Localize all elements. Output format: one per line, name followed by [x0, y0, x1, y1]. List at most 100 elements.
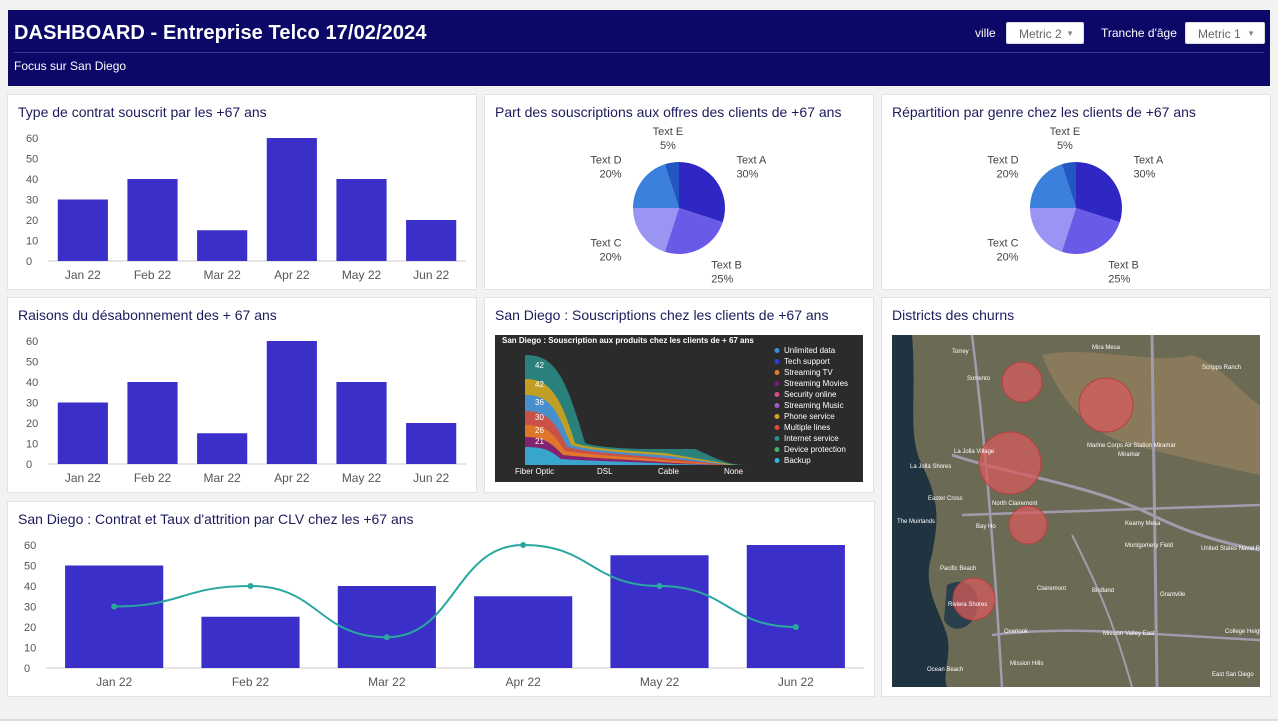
gender-split-card: Répartition par genre chez les clients d… [881, 94, 1271, 290]
map-place-label: Clairemont [1037, 586, 1066, 592]
image-title: San Diego : Souscription aux produits ch… [502, 336, 754, 345]
legend-label: Streaming Music [784, 401, 844, 410]
legend-swatch [774, 381, 780, 386]
stream-value-label: 42 [535, 380, 544, 389]
legend-swatch [774, 425, 780, 430]
slice-value: 20% [997, 168, 1019, 180]
x-tick-label: Mar 22 [203, 268, 241, 282]
slice-label: Text E [653, 126, 684, 138]
map-place-label: Sorrento [967, 376, 991, 382]
stream-value-label: 42 [535, 361, 544, 370]
legend-label: Device protection [784, 445, 846, 454]
x-tick-label: Apr 22 [274, 471, 310, 485]
map-place-label: Mira Mesa [1092, 345, 1121, 351]
y-tick-label: 50 [26, 357, 38, 369]
subscriptions-stream-image: San Diego : Souscription aux produits ch… [495, 335, 863, 482]
gender-split-chart: Text A 30% Text B 25% Text C 20% Text D 20% Text… [987, 126, 1164, 285]
churn-marker[interactable] [1078, 377, 1134, 433]
legend-swatch [774, 458, 780, 463]
slice-value: 25% [711, 273, 733, 285]
slice-label: Text C [590, 238, 621, 250]
bar [197, 230, 248, 261]
chevron-down-icon: ▼ [1247, 29, 1255, 38]
bar [65, 565, 164, 668]
legend-label: Streaming TV [784, 368, 833, 377]
stream-category-label: Cable [658, 467, 679, 476]
bar [197, 433, 248, 464]
dashboard-header: DASHBOARD - Entreprise Telco 17/02/2024 … [8, 10, 1270, 86]
card-title: San Diego : Souscriptions chez les clien… [495, 307, 829, 323]
legend-label: Backup [784, 456, 811, 465]
map-place-label: North Clairemont [992, 501, 1038, 507]
slice-value: 20% [600, 168, 622, 180]
stream-value-label: 21 [535, 437, 544, 446]
x-tick-label: Mar 22 [368, 675, 406, 689]
churn-marker[interactable] [1008, 505, 1048, 545]
x-tick-label: Feb 22 [134, 268, 172, 282]
line-point [520, 542, 527, 548]
x-tick-label: Feb 22 [232, 675, 270, 689]
y-tick-label: 0 [26, 459, 32, 471]
legend-label: Phone service [784, 412, 835, 421]
line-point [383, 634, 390, 641]
slice-value: 20% [600, 252, 622, 264]
churn-districts-card: Districts des churns Sorrento Mira Mesa Sc… [881, 297, 1271, 697]
y-tick-label: 30 [26, 398, 38, 410]
bar [57, 199, 108, 261]
slice-label: Text C [987, 238, 1018, 250]
y-tick-label: 10 [26, 236, 38, 248]
contract-type-card: Type de contrat souscrit par les +67 ans… [7, 94, 477, 290]
y-tick-label: 40 [24, 581, 36, 593]
legend-label: Streaming Movies [784, 379, 848, 388]
bar [406, 220, 457, 261]
y-tick-label: 0 [26, 256, 32, 268]
slice-label: Text E [1050, 126, 1081, 138]
ville-filter-dropdown[interactable]: Metric 2 ▼ [1006, 22, 1084, 44]
map-place-label: Bay Ho [976, 524, 996, 530]
contract-type-chart: 0 10 20 30 40 50 60 Jan 22 Feb 22 Mar 22 Apr 22 May… [26, 133, 466, 282]
x-tick-label: Apr 22 [505, 675, 541, 689]
legend-label: Internet service [784, 434, 839, 443]
map-place-label: La Jolla Shores [910, 464, 951, 470]
bar [336, 179, 387, 261]
x-tick-label: Apr 22 [274, 268, 310, 282]
y-tick-label: 50 [24, 561, 36, 573]
y-tick-label: 30 [24, 602, 36, 614]
slice-value: 20% [997, 252, 1019, 264]
bar [336, 382, 387, 464]
stream-category-label: None [724, 467, 744, 476]
y-tick-label: 0 [24, 663, 30, 675]
churn-marker[interactable] [1001, 361, 1043, 403]
map-place-label: College Heights [1225, 629, 1260, 635]
map-place-label: Birdland [1092, 588, 1114, 594]
x-tick-label: Jan 22 [65, 471, 101, 485]
header-divider [14, 52, 1264, 53]
y-tick-label: 20 [24, 622, 36, 634]
legend-swatch [774, 359, 780, 364]
bar [746, 545, 845, 668]
churn-marker[interactable] [952, 577, 996, 621]
page-title: DASHBOARD - Entreprise Telco 17/02/2024 [14, 22, 427, 44]
bar [266, 341, 317, 464]
y-tick-label: 60 [24, 540, 36, 552]
slice-label: Text A [736, 154, 767, 166]
y-tick-label: 30 [26, 195, 38, 207]
bar [201, 616, 300, 668]
age-filter-dropdown[interactable]: Metric 1 ▼ [1185, 22, 1265, 44]
x-tick-label: May 22 [640, 675, 680, 689]
slice-value: 30% [1133, 168, 1155, 180]
y-tick-label: 20 [26, 215, 38, 227]
y-tick-label: 40 [26, 377, 38, 389]
slice-label: Text A [1133, 154, 1164, 166]
clv-attrition-card: San Diego : Contrat et Taux d'attrition … [7, 501, 875, 697]
churn-marker[interactable] [978, 431, 1042, 495]
map-place-label: Pacific Beach [940, 566, 976, 572]
card-title: Districts des churns [892, 307, 1015, 323]
legend-label: Security online [784, 390, 837, 399]
churn-districts-map[interactable]: Sorrento Mira Mesa Scripps Ranch Marine Cor… [892, 335, 1260, 687]
y-tick-label: 10 [24, 643, 36, 655]
x-tick-label: Jun 22 [413, 471, 449, 485]
slice-label: Text D [987, 154, 1018, 166]
map-place-label: Miramar [1118, 452, 1140, 458]
map-place-label: Easter Cross [928, 496, 963, 502]
